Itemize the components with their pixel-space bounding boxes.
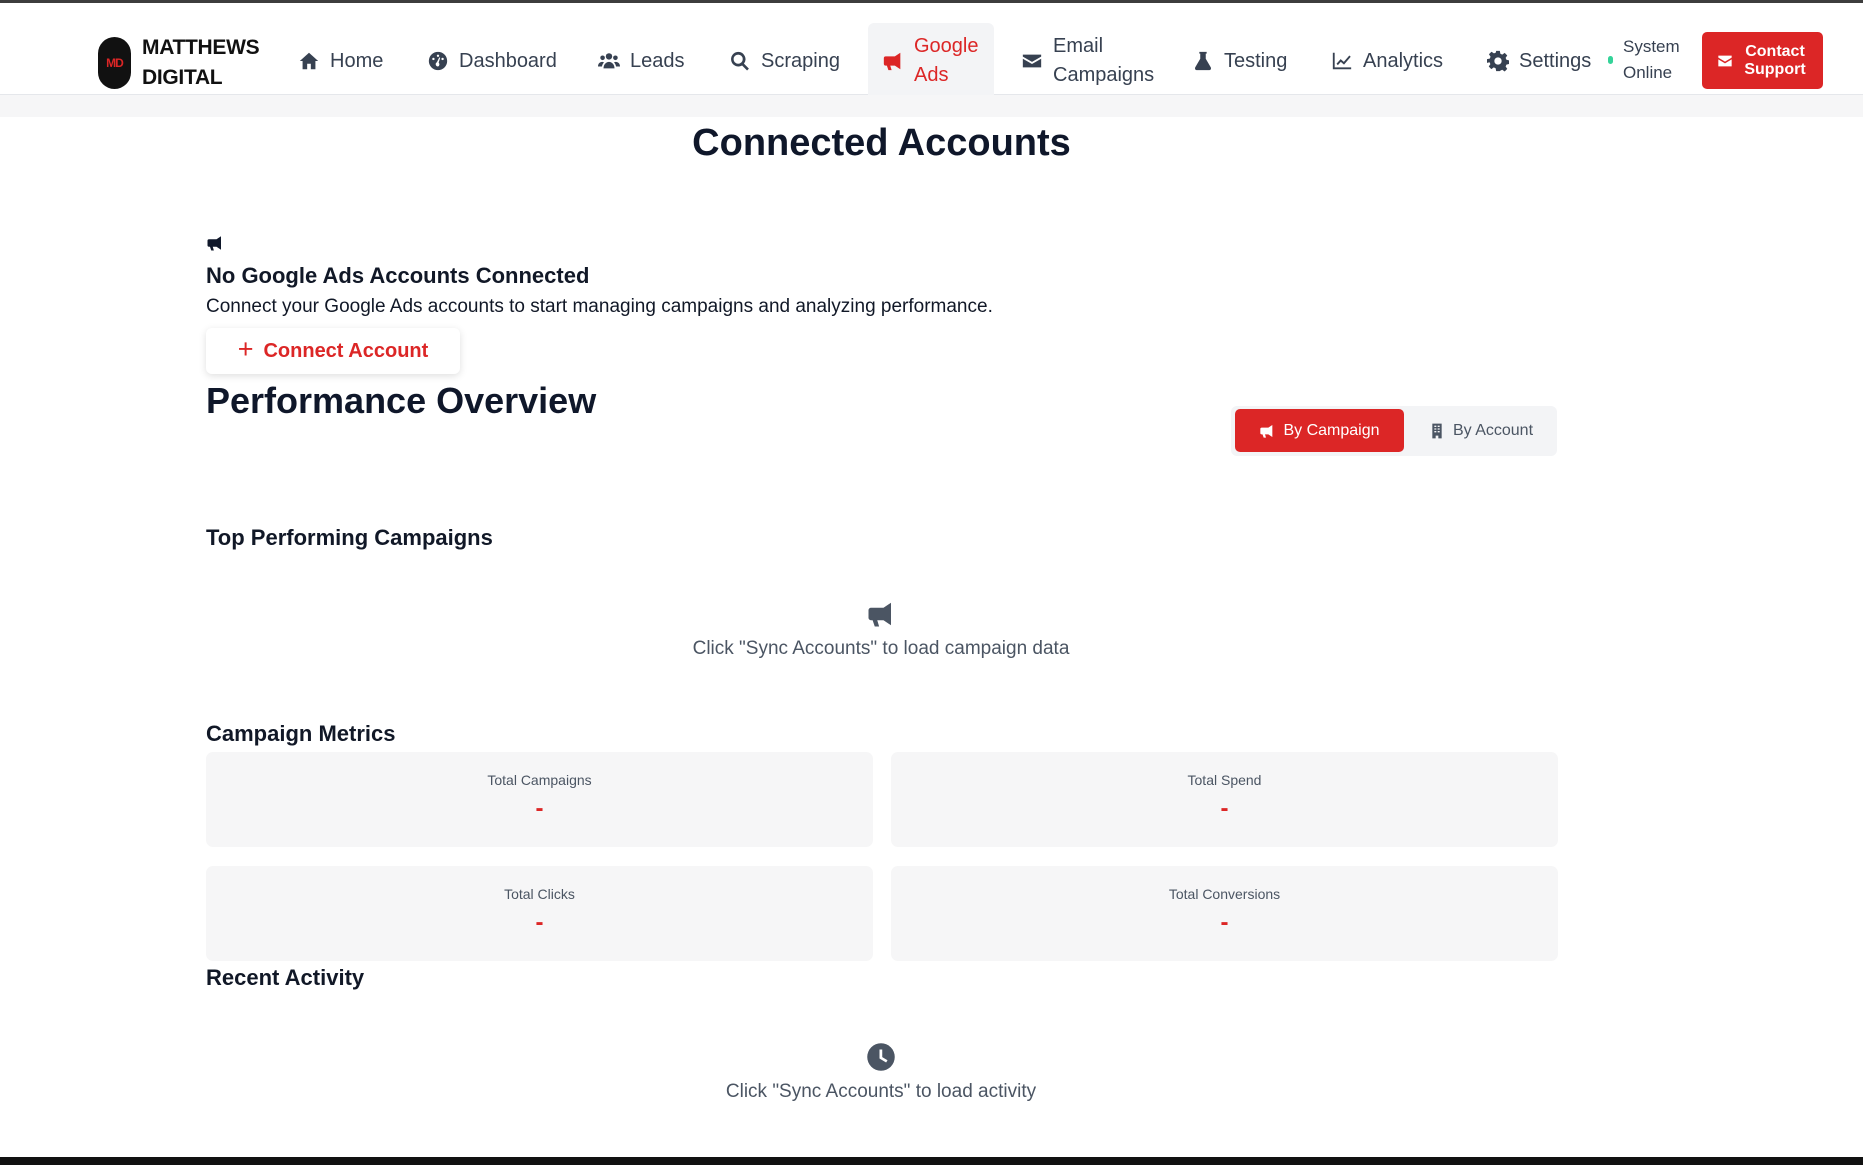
nav-settings-label: Settings <box>1519 49 1592 72</box>
nav-analytics-label: Analytics <box>1363 49 1444 72</box>
flask-icon <box>1194 51 1212 71</box>
gear-icon <box>1487 50 1509 72</box>
metric-label: Total Spend <box>1187 772 1262 788</box>
metric-card-total-campaigns: Total Campaigns - <box>206 752 873 847</box>
nav-dashboard-label: Dashboard <box>459 49 557 72</box>
connect-account-button[interactable]: + Connect Account <box>206 328 460 374</box>
window-bottom-bar <box>0 1157 1863 1165</box>
clock-icon <box>867 1043 895 1071</box>
nav-testing-label: Testing <box>1224 49 1288 72</box>
brand-logo: MD <box>98 37 131 89</box>
nav-home-label: Home <box>330 49 384 72</box>
megaphone-icon <box>1260 424 1273 438</box>
nav-settings[interactable]: Settings <box>1487 33 1591 89</box>
top-navbar: MD MATTHEWS DIGITAL Home Dashboard Leads… <box>0 3 1863 99</box>
users-icon <box>598 53 620 69</box>
recent-activity-title: Recent Activity <box>206 965 365 990</box>
campaign-metrics-title: Campaign Metrics <box>206 721 396 746</box>
nav-scraping[interactable]: Scraping <box>729 33 840 89</box>
page-title: Connected Accounts <box>692 122 1071 164</box>
search-icon <box>731 51 749 71</box>
nav-email-campaigns-label: Email Campaigns <box>1053 35 1155 86</box>
megaphone-icon <box>207 236 221 251</box>
brand-name: MATTHEWS DIGITAL <box>142 36 260 89</box>
metric-card-total-conversions: Total Conversions - <box>891 866 1558 961</box>
megaphone-icon <box>868 602 891 627</box>
nav-dashboard[interactable]: Dashboard <box>427 33 557 89</box>
envelope-icon <box>1718 55 1732 66</box>
envelope-icon <box>1022 54 1042 68</box>
by-account-label: By Account <box>1452 421 1534 439</box>
metric-value: - <box>1220 909 1229 936</box>
home-icon <box>299 52 319 70</box>
top-campaigns-empty-message: Click "Sync Accounts" to load campaign d… <box>692 638 1070 659</box>
top-campaigns-empty: Click "Sync Accounts" to load campaign d… <box>206 599 1556 660</box>
contact-support-label: Contact Support <box>1744 42 1806 78</box>
metric-card-total-spend: Total Spend - <box>891 752 1558 847</box>
recent-activity-empty-message: Click "Sync Accounts" to load activity <box>725 1081 1037 1102</box>
system-status: System Online <box>1608 34 1683 86</box>
by-account-toggle[interactable]: By Account <box>1409 409 1553 452</box>
metric-card-total-clicks: Total Clicks - <box>206 866 873 961</box>
nav-analytics[interactable]: Analytics <box>1331 33 1443 89</box>
nav-scraping-label: Scraping <box>761 49 840 72</box>
plus-icon: + <box>237 334 254 364</box>
empty-state-title: No Google Ads Accounts Connected <box>206 263 590 288</box>
brand[interactable]: MD MATTHEWS DIGITAL <box>98 33 272 93</box>
nav-leads-label: Leads <box>630 49 685 72</box>
metric-label: Total Campaigns <box>487 772 592 788</box>
performance-overview-title: Performance Overview <box>206 380 597 421</box>
dashboard-gauge-icon <box>428 51 448 71</box>
sub-header-strip <box>0 95 1863 117</box>
connect-account-label: Connect Account <box>263 339 429 362</box>
view-toggle: By Campaign By Account <box>1231 406 1557 456</box>
nav-google-ads[interactable]: Google Ads <box>868 23 994 99</box>
nav-home[interactable]: Home <box>298 33 383 89</box>
building-icon <box>1432 423 1442 438</box>
top-campaigns-title: Top Performing Campaigns <box>206 525 493 550</box>
nav-google-ads-label: Google Ads <box>914 35 979 86</box>
status-text: System Online <box>1623 37 1680 82</box>
metric-value: - <box>535 795 544 822</box>
nav-leads[interactable]: Leads <box>598 33 685 89</box>
nav-testing[interactable]: Testing <box>1192 33 1287 89</box>
line-chart-icon <box>1332 52 1352 70</box>
by-campaign-label: By Campaign <box>1283 421 1380 439</box>
metric-value: - <box>535 909 544 936</box>
recent-activity-empty: Click "Sync Accounts" to load activity <box>206 1042 1556 1103</box>
nav-email-campaigns[interactable]: Email Campaigns <box>1021 29 1163 93</box>
megaphone-icon <box>883 52 901 71</box>
empty-state-description: Connect your Google Ads accounts to star… <box>206 296 993 317</box>
metric-label: Total Clicks <box>504 886 575 902</box>
metric-value: - <box>1220 795 1229 822</box>
by-campaign-toggle[interactable]: By Campaign <box>1235 409 1404 452</box>
metric-label: Total Conversions <box>1168 886 1281 902</box>
contact-support-button[interactable]: Contact Support <box>1702 32 1823 89</box>
status-dot <box>1608 56 1613 64</box>
